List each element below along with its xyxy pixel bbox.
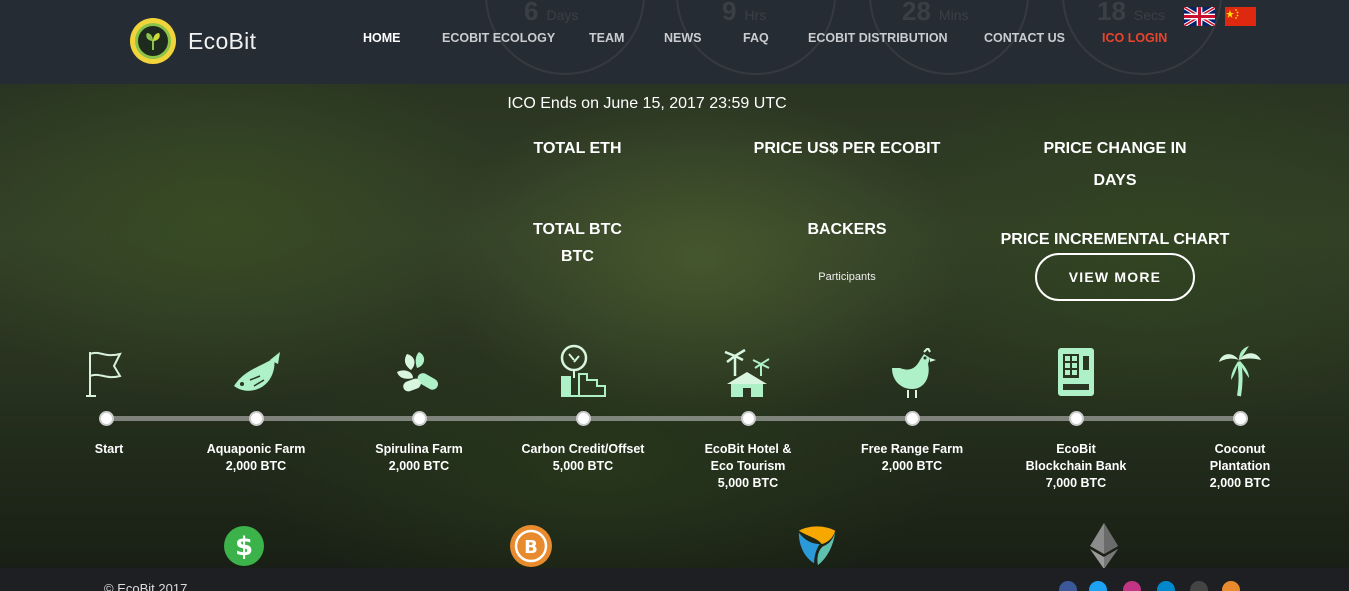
nav-news[interactable]: NEWS bbox=[664, 31, 702, 45]
facebook-icon[interactable] bbox=[1059, 581, 1077, 591]
hotel-icon bbox=[663, 340, 833, 398]
brand-name: EcoBit bbox=[188, 27, 257, 54]
price-incremental-chart-label: PRICE INCREMENTAL CHART bbox=[1000, 231, 1230, 248]
site-footer: © EcoBit 2017 bbox=[0, 568, 1349, 591]
milestone-blockchain-bank: EcoBit Blockchain Bank 7,000 BTC bbox=[991, 340, 1161, 492]
bitcoin-icon[interactable]: B bbox=[509, 524, 553, 568]
copyright-text: © EcoBit 2017 bbox=[104, 581, 188, 591]
total-btc-label: TOTAL BTC bbox=[533, 221, 622, 238]
nav-ico-login[interactable]: ICO LOGIN bbox=[1102, 31, 1167, 45]
flag-icon bbox=[21, 340, 191, 398]
milestone-spirulina-farm: Spirulina Farm 2,000 BTC bbox=[334, 340, 504, 475]
nem-icon[interactable] bbox=[795, 524, 839, 568]
countdown-days: 6 Days bbox=[524, 0, 579, 26]
brand-logo[interactable]: EcoBit bbox=[130, 18, 256, 64]
ecobit-logo-icon bbox=[130, 18, 176, 64]
milestone-dot[interactable] bbox=[1232, 411, 1248, 426]
milestone-start: Start bbox=[21, 340, 191, 458]
view-more-button[interactable]: VIEW MORE bbox=[1035, 253, 1195, 301]
ico-end-date: ICO Ends on June 15, 2017 23:59 UTC bbox=[507, 95, 787, 112]
ethereum-icon[interactable] bbox=[1082, 523, 1126, 569]
bank-machine-icon bbox=[991, 340, 1161, 398]
milestone-dot[interactable] bbox=[248, 411, 264, 426]
milestone-dot[interactable] bbox=[411, 411, 427, 426]
price-change-days: DAYS bbox=[1093, 172, 1137, 189]
nav-home[interactable]: HOME bbox=[363, 31, 401, 45]
nav-ecobit-distribution[interactable]: ECOBIT DISTRIBUTION bbox=[808, 31, 948, 45]
backers-label: BACKERS bbox=[807, 221, 887, 238]
milestone-dot[interactable] bbox=[740, 411, 756, 426]
price-change-label: PRICE CHANGE IN bbox=[1043, 140, 1187, 157]
dollar-icon[interactable]: $ bbox=[222, 524, 266, 568]
twitter-icon[interactable] bbox=[1089, 581, 1107, 591]
milestone-coconut-plantation: Coconut Plantation 2,000 BTC bbox=[1155, 340, 1325, 492]
nav-faq[interactable]: FAQ bbox=[743, 31, 769, 45]
btc-unit: BTC bbox=[561, 248, 594, 265]
spirulina-icon bbox=[334, 340, 504, 398]
milestone-dot[interactable] bbox=[98, 411, 114, 426]
milestone-hotel-eco-tourism: EcoBit Hotel & Eco Tourism 5,000 BTC bbox=[663, 340, 833, 492]
chicken-icon bbox=[827, 340, 997, 398]
total-eth-label: TOTAL ETH bbox=[533, 140, 622, 157]
milestone-dot[interactable] bbox=[575, 411, 591, 426]
nav-contact-us[interactable]: CONTACT US bbox=[984, 31, 1065, 45]
countdown-secs: 18 Secs bbox=[1097, 0, 1166, 26]
nav-ecobit-ecology[interactable]: ECOBIT ECOLOGY bbox=[442, 31, 555, 45]
fish-icon bbox=[171, 340, 341, 398]
svg-text:$: $ bbox=[235, 532, 253, 562]
site-header: 6 Days 9 Hrs 28 Mins 18 Secs EcoBit HOME ECO… bbox=[0, 0, 1349, 84]
svg-text:B: B bbox=[524, 537, 538, 558]
github-icon[interactable] bbox=[1190, 581, 1208, 591]
price-usd-label: PRICE US$ PER ECOBIT bbox=[753, 140, 941, 157]
milestone-aquaponic-farm: Aquaponic Farm 2,000 BTC bbox=[171, 340, 341, 475]
uk-flag-icon[interactable] bbox=[1184, 7, 1215, 26]
telegram-icon[interactable] bbox=[1157, 581, 1175, 591]
china-flag-icon[interactable] bbox=[1225, 7, 1256, 26]
milestone-carbon-credit: Carbon Credit/Offset 5,000 BTC bbox=[498, 340, 668, 475]
milestone-dot[interactable] bbox=[904, 411, 920, 426]
countdown-mins: 28 Mins bbox=[902, 0, 969, 26]
nav-team[interactable]: TEAM bbox=[589, 31, 624, 45]
participants-label: Participants bbox=[818, 271, 876, 283]
milestone-free-range-farm: Free Range Farm 2,000 BTC bbox=[827, 340, 997, 475]
carbon-tree-icon bbox=[498, 340, 668, 398]
palm-tree-icon bbox=[1155, 340, 1325, 398]
countdown-hours: 9 Hrs bbox=[722, 0, 767, 26]
bitcoin-social-icon[interactable] bbox=[1222, 581, 1240, 591]
milestone-dot[interactable] bbox=[1068, 411, 1084, 426]
instagram-icon[interactable] bbox=[1123, 581, 1141, 591]
